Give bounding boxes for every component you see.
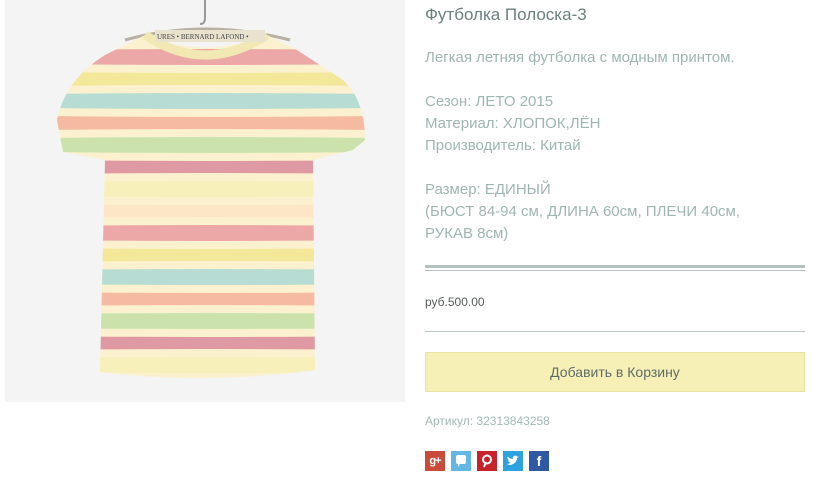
shirt-stripe xyxy=(57,336,365,350)
shirt-stripe xyxy=(57,160,365,174)
sku-label: Артикул: xyxy=(425,414,474,428)
size-details-2: РУКАВ 8см) xyxy=(425,225,509,242)
season-text: Сезон: ЛЕТО 2015 xyxy=(425,93,554,110)
product-title: Футболка Полоска-3 xyxy=(425,5,587,24)
striped-tshirt-photo: URES • BERNARD LAFOND • xyxy=(57,0,365,379)
shirt-stripe xyxy=(57,204,365,218)
facebook-share-button[interactable]: f xyxy=(529,451,549,471)
facebook-icon: f xyxy=(536,453,542,469)
shirt-stripe xyxy=(57,225,365,241)
shirt-stripe xyxy=(57,181,365,197)
twitter-share-button[interactable] xyxy=(503,451,523,471)
product-tagline: Легкая летняя футболка с модным принтом. xyxy=(425,49,735,66)
pinterest-share-button[interactable] xyxy=(477,451,497,471)
material-text: Материал: ХЛОПОК,ЛЁН xyxy=(425,115,601,132)
shirt-stripe xyxy=(57,248,365,262)
sku-value: 32313843258 xyxy=(476,414,550,428)
maker-text: Производитель: Китай xyxy=(425,137,581,154)
hanger-hook xyxy=(199,0,206,25)
viber-icon xyxy=(456,455,466,467)
divider-double xyxy=(425,265,805,271)
brand-tag-text: URES • BERNARD LAFOND • xyxy=(157,33,249,41)
shirt-stripe xyxy=(57,357,365,373)
shirt-stripe xyxy=(57,313,365,329)
shirt-stripe xyxy=(57,137,365,153)
share-buttons: g+ f xyxy=(425,451,549,471)
divider xyxy=(425,331,805,332)
shirt-stripe xyxy=(57,72,365,86)
shirt-stripe xyxy=(57,269,365,285)
shirt-stripe xyxy=(57,93,365,109)
product-image[interactable]: URES • BERNARD LAFOND • xyxy=(5,0,405,402)
twitter-icon xyxy=(507,455,519,465)
google-plus-icon: g+ xyxy=(429,455,441,467)
viber-share-button[interactable] xyxy=(451,451,471,471)
size-details-1: (БЮСТ 84-94 см, ДЛИНА 60см, ПЛЕЧИ 40см, xyxy=(425,203,741,220)
shirt-stripe xyxy=(57,292,365,306)
shirt-stripe xyxy=(57,116,365,130)
add-to-cart-button[interactable]: Добавить в Корзину xyxy=(425,352,805,392)
sku: Артикул: 32313843258 xyxy=(425,414,550,428)
google-plus-share-button[interactable]: g+ xyxy=(425,451,445,471)
size-text: Размер: ЕДИНЫЙ xyxy=(425,181,551,198)
product-price: руб.500.00 xyxy=(425,295,485,309)
pinterest-icon xyxy=(482,454,492,468)
shirt-body xyxy=(57,35,365,379)
